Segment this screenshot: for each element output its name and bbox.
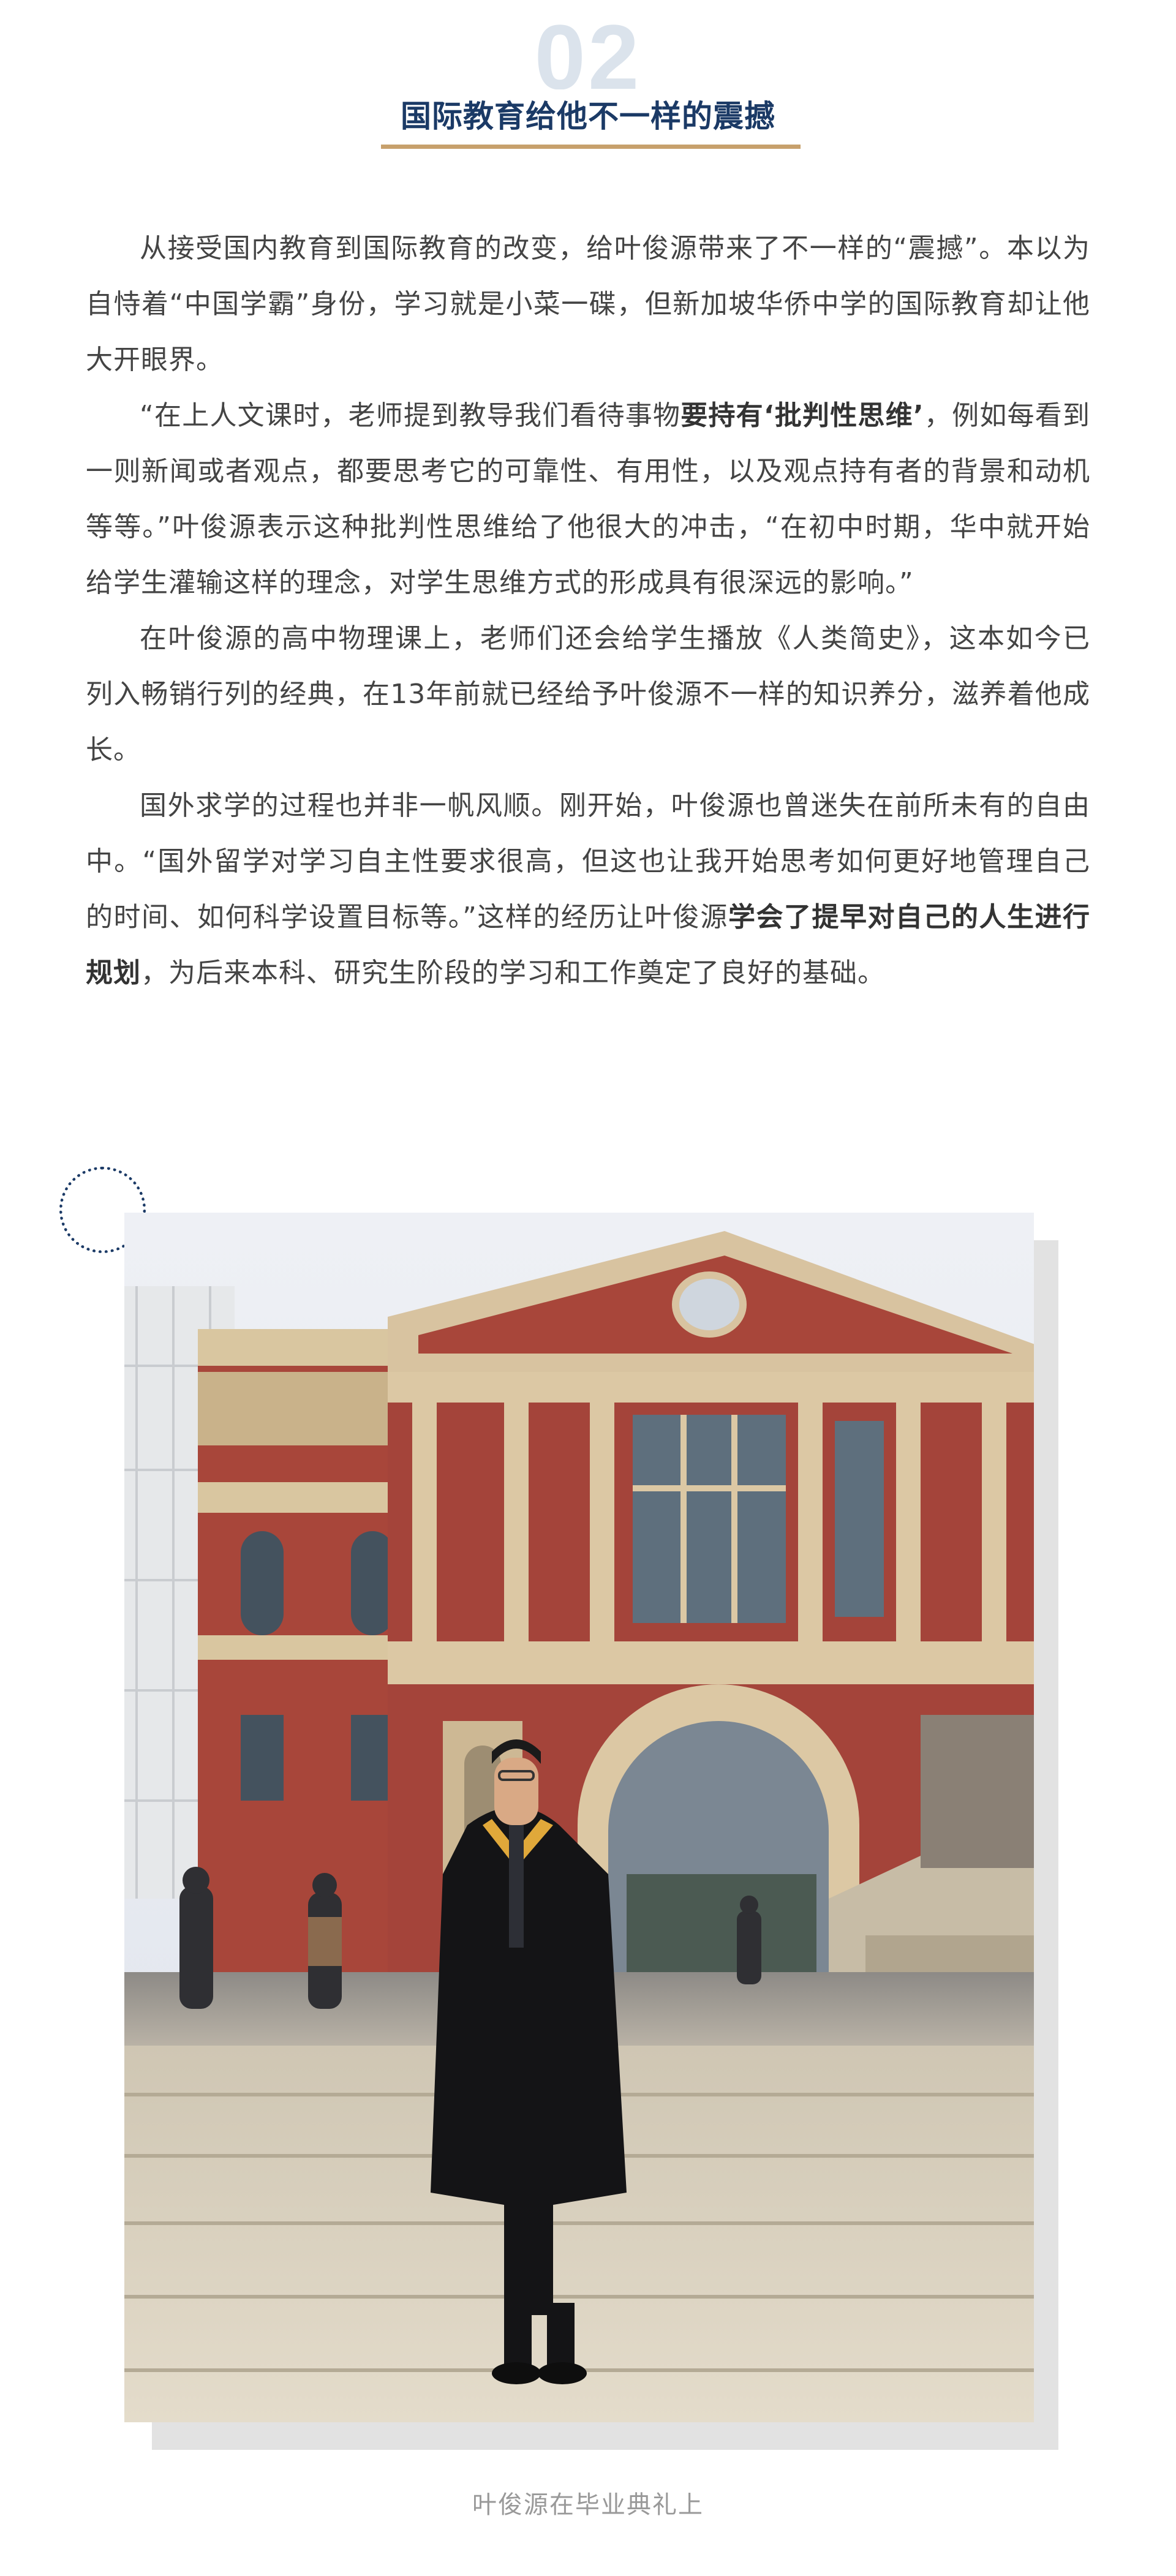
paragraph-3-text: 在叶俊源的高中物理课上，老师们还会给学生播放《人类简史》，这本如今已列入畅销行列…: [86, 623, 1090, 766]
section-number: 02: [534, 11, 642, 89]
section-header: 02 国际教育给他不一样的震撼: [0, 0, 1176, 159]
paragraph-1: 从接受国内教育到国际教育的改变，给叶俊源带来了不一样的“震撼”。本以为自恃着“中…: [86, 220, 1090, 388]
title-underline: [381, 145, 801, 149]
paragraph-4-text-b: ，为后来本科、研究生阶段的学习和工作奠定了良好的基础。: [141, 957, 885, 989]
graduation-photo-illustration: [124, 1213, 1034, 2422]
paragraph-4: 国外求学的过程也并非一帆风顺。刚开始，叶俊源也曾迷失在前所未有的自由中。“国外留…: [86, 778, 1090, 1001]
article-body: 从接受国内教育到国际教育的改变，给叶俊源带来了不一样的“震撼”。本以为自恃着“中…: [86, 220, 1090, 1001]
section-title: 国际教育给他不一样的震撼: [401, 99, 775, 134]
paragraph-2-text-a: “在上人文课时，老师提到教导我们看待事物: [140, 400, 681, 431]
photo-caption: 叶俊源在毕业典礼上: [472, 2491, 704, 2519]
paragraph-3: 在叶俊源的高中物理课上，老师们还会给学生播放《人类简史》，这本如今已列入畅销行列…: [86, 611, 1090, 778]
paragraph-2-emphasis: 要持有‘批判性思维’: [680, 400, 924, 431]
paragraph-2: “在上人文课时，老师提到教导我们看待事物要持有‘批判性思维’，例如每看到一则新闻…: [86, 388, 1090, 611]
paragraph-1-text: 从接受国内教育到国际教育的改变，给叶俊源带来了不一样的“震撼”。本以为自恃着“中…: [86, 233, 1090, 375]
graduation-photo: [124, 1213, 1034, 2422]
